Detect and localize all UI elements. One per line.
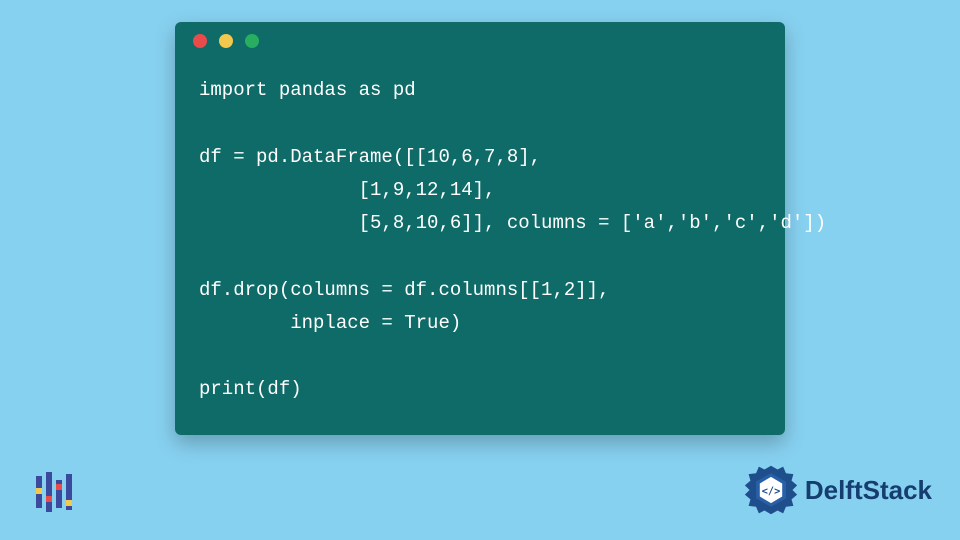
code-line: df = pd.DataFrame([[10,6,7,8], [199, 146, 541, 168]
gear-badge-icon: </> [743, 462, 799, 518]
left-logo-icon [32, 470, 76, 514]
code-line: print(df) [199, 378, 302, 400]
brand-text: DelftStack [805, 475, 932, 506]
window-titlebar [175, 22, 785, 60]
maximize-icon [245, 34, 259, 48]
code-line: [1,9,12,14], [199, 179, 495, 201]
code-block: import pandas as pd df = pd.DataFrame([[… [175, 60, 785, 435]
code-window: import pandas as pd df = pd.DataFrame([[… [175, 22, 785, 435]
minimize-icon [219, 34, 233, 48]
code-line: [5,8,10,6]], columns = ['a','b','c','d']… [199, 212, 826, 234]
code-line: df.drop(columns = df.columns[[1,2]], [199, 279, 609, 301]
code-line: inplace = True) [199, 312, 461, 334]
close-icon [193, 34, 207, 48]
code-line: import pandas as pd [199, 79, 416, 101]
delftstack-logo: </> DelftStack [743, 462, 932, 518]
svg-text:</>: </> [762, 486, 781, 498]
